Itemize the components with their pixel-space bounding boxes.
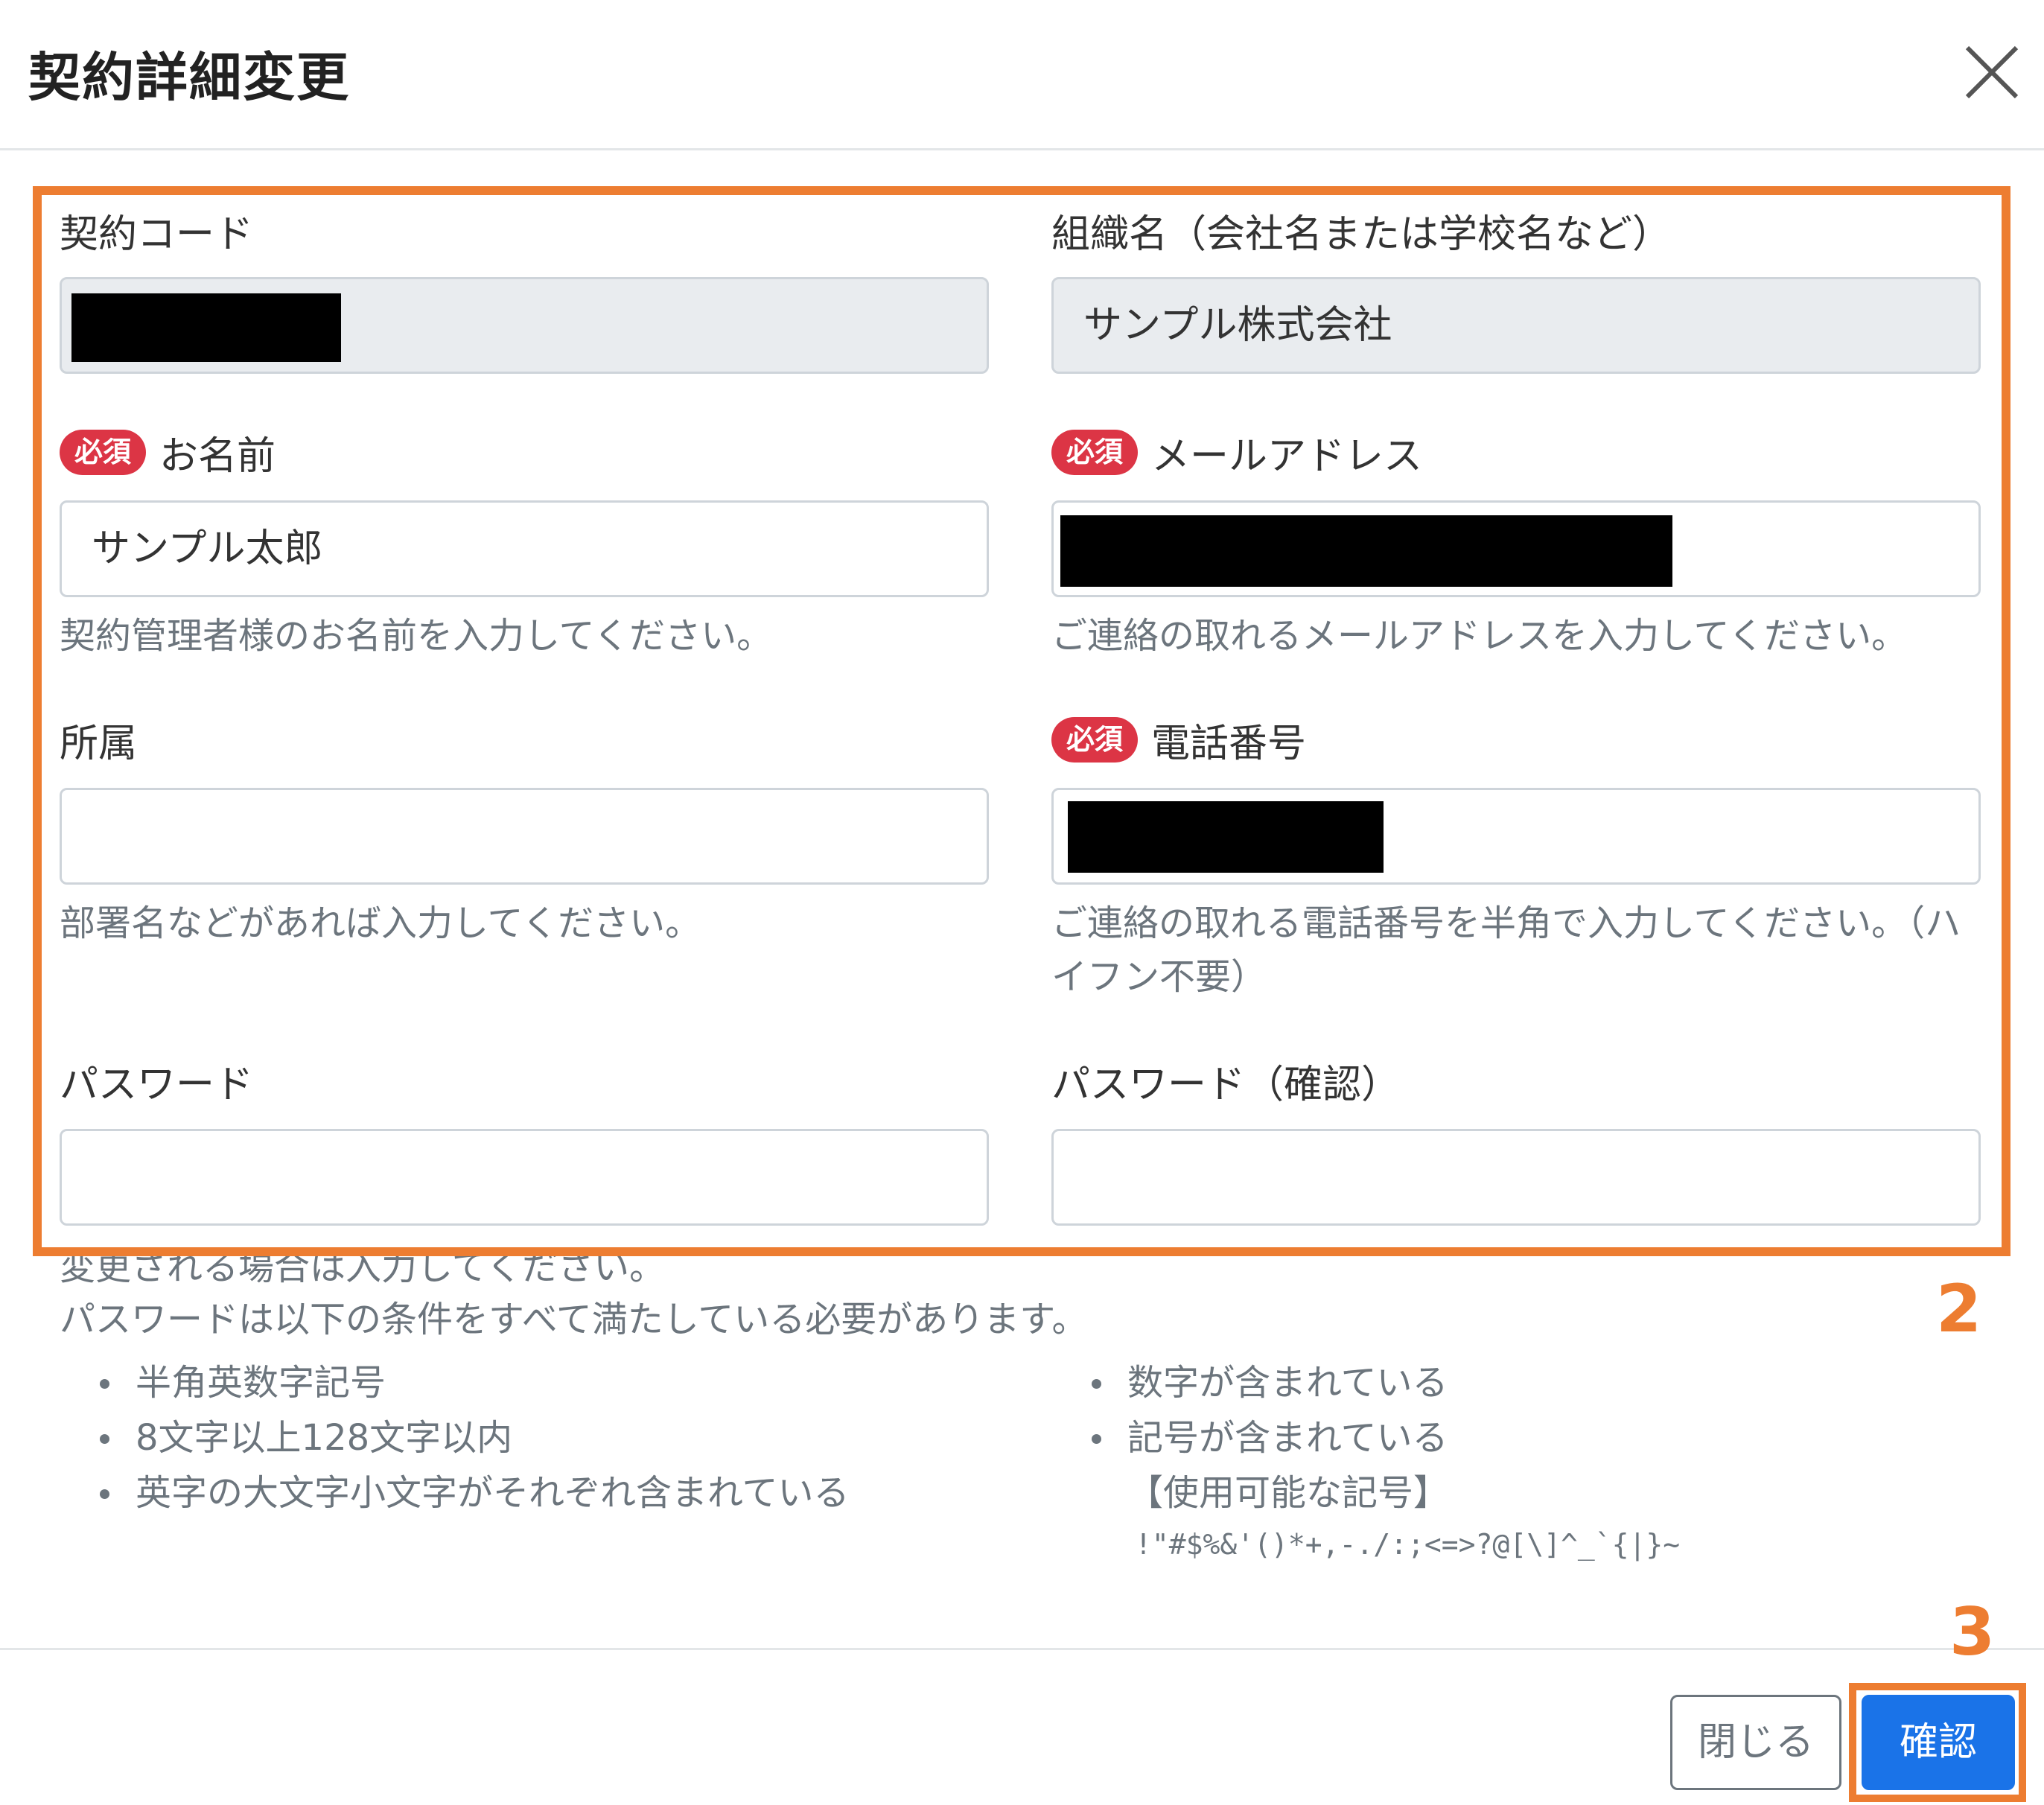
redacted-block	[1068, 801, 1384, 873]
close-icon	[1965, 45, 2019, 99]
contract-edit-dialog: 契約詳細変更 契約コード 組織名（会社名または学校名など） サンプル株式会社 必…	[0, 0, 2044, 1805]
password-confirm-label: パスワード（確認）	[1051, 1063, 1401, 1107]
list-item: 数字が含まれている	[1084, 1355, 1448, 1410]
password-label: パスワード	[60, 1063, 254, 1107]
department-label: 所属	[60, 722, 138, 766]
email-label: 必須 メールアドレス	[1051, 424, 1422, 480]
password-rules-right: 数字が含まれている 記号が含まれている	[1084, 1355, 1448, 1465]
name-input[interactable]: サンプル太郎	[60, 500, 989, 597]
password-help-line1: 変更される場合は入力してください。	[60, 1247, 666, 1288]
email-label-text: メールアドレス	[1151, 434, 1423, 479]
close-dialog-button[interactable]: 閉じる	[1670, 1695, 1841, 1790]
organization-field: サンプル株式会社	[1051, 277, 1981, 374]
password-help-line2: パスワードは以下の条件をすべて満たしている必要があります。	[60, 1299, 1088, 1340]
name-help: 契約管理者様のお名前を入力してください。	[60, 615, 773, 657]
password-input[interactable]	[60, 1129, 989, 1226]
contract-code-label: 契約コード	[60, 212, 254, 257]
name-label: 必須 お名前	[60, 424, 276, 480]
phone-help: ご連絡の取れる電話番号を半角で入力してください。（ハイフン不要）	[1051, 902, 1961, 998]
symbols-title: 【使用可能な記号】	[1127, 1472, 1450, 1514]
list-item: 英字の大文字小文字がそれぞれ含まれている	[92, 1465, 850, 1521]
password-confirm-input[interactable]	[1051, 1129, 1981, 1226]
step-number-2: 2	[1936, 1270, 1982, 1347]
list-item: 半角英数字記号	[92, 1355, 850, 1410]
required-badge: 必須	[60, 429, 147, 476]
phone-label: 必須 電話番号	[1051, 712, 1306, 768]
organization-label: 組織名（会社名または学校名など）	[1051, 212, 1672, 257]
dialog-footer-divider	[0, 1648, 2044, 1650]
dialog-title: 契約詳細変更	[28, 47, 350, 108]
password-rules-left: 半角英数字記号 8文字以上128文字以内 英字の大文字小文字がそれぞれ含まれてい…	[92, 1355, 850, 1521]
redacted-block	[71, 293, 341, 362]
name-label-text: お名前	[159, 434, 276, 479]
email-help: ご連絡の取れるメールアドレスを入力してください。	[1051, 615, 1908, 657]
redacted-block	[1060, 515, 1672, 587]
phone-label-text: 電話番号	[1151, 722, 1307, 766]
confirm-button[interactable]: 確認	[1862, 1695, 2015, 1790]
department-help: 部署名などがあれば入力してください。	[60, 902, 701, 944]
list-item: 記号が含まれている	[1084, 1410, 1448, 1465]
required-badge: 必須	[1051, 429, 1139, 476]
close-button[interactable]	[1958, 39, 2025, 106]
required-badge: 必須	[1051, 716, 1139, 763]
step-number-3: 3	[1949, 1594, 1996, 1670]
department-input[interactable]	[60, 788, 989, 885]
list-item: 8文字以上128文字以内	[92, 1410, 850, 1465]
dialog-header: 契約詳細変更	[0, 0, 2044, 150]
symbols-list: !"#$%&'()*+,-./:;<=>?@[\]^_`{|}~	[1135, 1528, 1681, 1561]
